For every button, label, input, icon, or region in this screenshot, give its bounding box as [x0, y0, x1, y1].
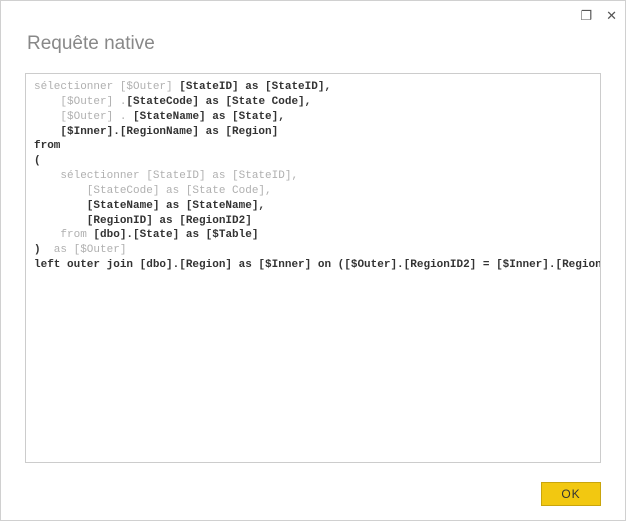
code-text: [StateName] as [State],: [133, 111, 285, 123]
code-text: sélectionner [StateID] as [StateID],: [34, 170, 298, 182]
maximize-icon[interactable]: ❐: [580, 9, 592, 22]
code-text: [StateName] as [StateName],: [34, 200, 265, 212]
titlebar-controls: ❐ ✕: [580, 9, 617, 22]
close-icon[interactable]: ✕: [606, 9, 617, 22]
code-text: ): [34, 244, 47, 256]
code-text: from: [34, 229, 93, 241]
code-text: sélectionner [$Outer]: [34, 81, 179, 93]
code-text: [$Outer] .: [34, 111, 133, 123]
code-text: from: [34, 140, 60, 152]
code-text: as [$Outer]: [47, 244, 126, 256]
ok-button[interactable]: OK: [541, 482, 601, 506]
code-text: [RegionID] as [RegionID2]: [34, 215, 252, 227]
code-text: [StateCode] as [State Code],: [126, 96, 311, 108]
code-text: left outer join [dbo].[Region] as [$Inne…: [34, 259, 601, 271]
button-row: OK: [541, 482, 601, 506]
code-text: (: [34, 155, 41, 167]
native-query-code: sélectionner [$Outer] [StateID] as [Stat…: [25, 73, 601, 463]
code-text: [dbo].[State] as [$Table]: [93, 229, 258, 241]
code-text: [StateCode] as [State Code],: [34, 185, 272, 197]
code-text: [StateID] as [StateID],: [179, 81, 331, 93]
code-text: [$Outer] .: [34, 96, 126, 108]
dialog-title: Requête native: [1, 1, 625, 55]
code-text: [$Inner].[RegionName] as [Region]: [34, 126, 278, 138]
